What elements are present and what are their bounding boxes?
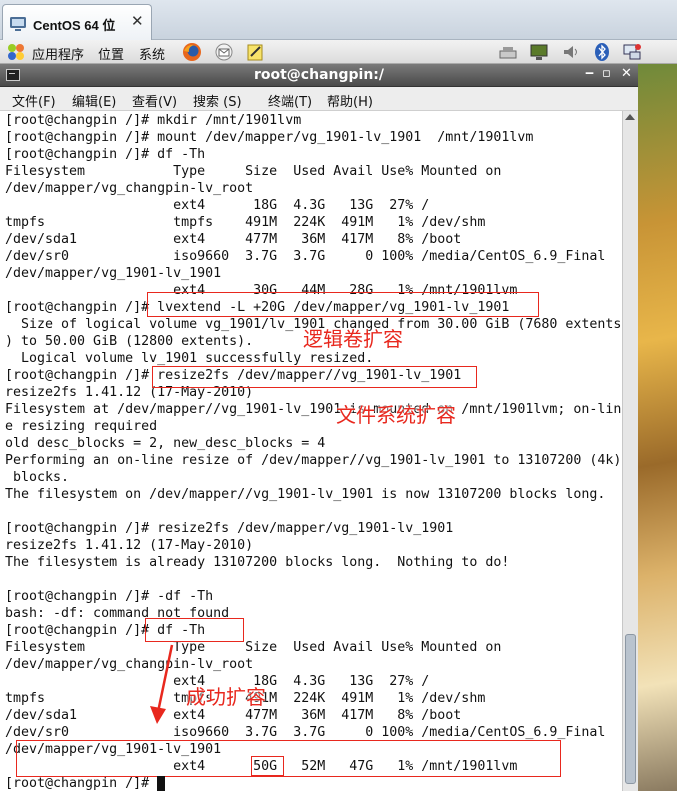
volume-icon[interactable]: [561, 42, 581, 62]
system-menu[interactable]: 系统: [139, 44, 165, 63]
menu-view[interactable]: 查看(V): [132, 91, 177, 110]
desktop-wallpaper: [638, 64, 677, 791]
annotation-box-result: [16, 740, 561, 777]
terminal-line: Logical volume lv_1901 successfully resi…: [5, 351, 374, 366]
terminal-line: /dev/mapper/vg_1901-lv_1901: [5, 266, 222, 281]
vm-tab-bar: CentOS 64 位 ✕: [0, 0, 677, 40]
gnome-top-panel: 应用程序 位置 系统: [0, 40, 677, 64]
bluetooth-icon[interactable]: [592, 42, 612, 62]
notes-icon[interactable]: [245, 42, 265, 62]
terminal-line: [root@changpin /]#: [5, 776, 158, 791]
menu-help[interactable]: 帮助(H): [327, 91, 373, 110]
annotation-box-resize2fs: [152, 366, 477, 388]
annotation-fs-extend: 文件系统扩容: [336, 403, 456, 427]
terminal-line: /dev/sda1 ext4 477M 36M 417M 8% /boot: [5, 232, 462, 247]
network-icon[interactable]: [498, 42, 518, 62]
terminal-scrollbar[interactable]: [622, 111, 638, 791]
terminal-line: Filesystem Type Size Used Avail Use% Mou…: [5, 640, 502, 655]
terminal-line: e resizing required: [5, 419, 158, 434]
firefox-icon[interactable]: [182, 42, 202, 62]
annotation-lv-extend: 逻辑卷扩容: [303, 327, 403, 351]
menu-search[interactable]: 搜索 (S): [193, 91, 242, 110]
terminal-title: root@changpin:/: [253, 67, 385, 83]
terminal-line: The filesystem is already 13107200 block…: [5, 555, 510, 570]
applications-menu[interactable]: 应用程序: [32, 44, 84, 63]
vm-tab-close-button[interactable]: ✕: [131, 12, 144, 30]
maximize-button[interactable]: ▫: [602, 66, 611, 81]
terminal-titlebar[interactable]: root@changpin:/ ‒ ▫ ✕: [0, 64, 638, 87]
terminal-line: /dev/sr0 iso9660 3.7G 3.7G 0 100% /media…: [5, 725, 606, 740]
text-cursor: [157, 776, 165, 791]
menu-terminal[interactable]: 终端(T): [268, 91, 312, 110]
annotation-box-df: [145, 618, 244, 642]
minimize-button[interactable]: ‒: [585, 66, 594, 81]
terminal-line: [root@changpin /]# mount /dev/mapper/vg_…: [5, 130, 534, 145]
annotation-box-lvextend: [147, 292, 539, 317]
terminal-line: [root@changpin /]# df -Th: [5, 147, 206, 162]
terminal-line: /dev/mapper/vg_changpin-lv_root: [5, 181, 254, 196]
terminal-line: Filesystem at /dev/mapper//vg_1901-lv_19…: [5, 402, 622, 417]
terminal-line: old desc_blocks = 2, new_desc_blocks = 4: [5, 436, 326, 451]
terminal-line: /dev/mapper/vg_changpin-lv_root: [5, 657, 254, 672]
close-button[interactable]: ✕: [621, 66, 632, 81]
vm-tab[interactable]: CentOS 64 位 ✕: [2, 4, 152, 40]
terminal-line: The filesystem on /dev/mapper//vg_1901-l…: [5, 487, 606, 502]
places-menu[interactable]: 位置: [98, 44, 124, 63]
terminal-line: tmpfs tmpfs 491M 224K 491M 1% /dev/shm: [5, 215, 486, 230]
terminal-line: blocks.: [5, 470, 70, 485]
terminal-line: Performing an on-line resize of /dev/map…: [5, 453, 622, 468]
terminal-line: Filesystem Type Size Used Avail Use% Mou…: [5, 164, 502, 179]
terminal-line: /dev/sr0 iso9660 3.7G 3.7G 0 100% /media…: [5, 249, 606, 264]
menu-edit[interactable]: 编辑(E): [72, 91, 116, 110]
terminal-output[interactable]: [root@changpin /]# mkdir /mnt/1901lvm [ro…: [0, 111, 622, 791]
vm-tab-title: CentOS 64 位: [33, 18, 116, 33]
network-status-icon[interactable]: [622, 42, 642, 62]
terminal-menubar: 文件(F) 编辑(E) 查看(V) 搜索 (S) 终端(T) 帮助(H): [0, 87, 638, 111]
display-icon[interactable]: [529, 42, 549, 62]
menu-file[interactable]: 文件(F): [12, 91, 56, 110]
terminal-line: [root@changpin /]# resize2fs /dev/mapper…: [5, 521, 454, 536]
annotation-box-size: [251, 756, 284, 776]
terminal-line: [root@changpin /]# -df -Th: [5, 589, 214, 604]
vm-icon: [10, 17, 26, 31]
terminal-line: [root@changpin /]# mkdir /mnt/1901lvm: [5, 113, 302, 128]
mail-icon[interactable]: [214, 42, 234, 62]
terminal-window: root@changpin:/ ‒ ▫ ✕ 文件(F) 编辑(E) 查看(V) …: [0, 64, 638, 791]
terminal-line: ext4 18G 4.3G 13G 27% /: [5, 198, 430, 213]
scrollbar-thumb[interactable]: [625, 634, 636, 784]
terminal-line: resize2fs 1.41.12 (17-May-2010): [5, 538, 254, 553]
annotation-success: 成功扩容: [186, 685, 266, 709]
applications-menu-icon[interactable]: [6, 42, 26, 62]
scroll-up-arrow-icon[interactable]: [625, 114, 635, 120]
terminal-line: ) to 50.00 GiB (12800 extents).: [5, 334, 254, 349]
